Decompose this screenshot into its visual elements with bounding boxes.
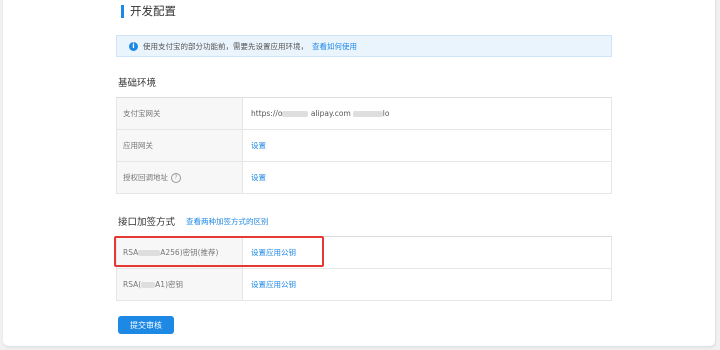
- table-row: RSA( A1)密钥 设置应用公钥: [116, 268, 612, 301]
- redacted-mask: [141, 282, 156, 288]
- app-gateway-value: 设置: [242, 129, 612, 162]
- page-title-text: 开发配置: [130, 4, 176, 18]
- title-accent-bar: [121, 4, 124, 18]
- info-icon: i: [129, 41, 138, 51]
- gateway-url-prefix: https://o: [251, 109, 283, 118]
- table-row: 应用网关 设置: [116, 129, 612, 162]
- sign-method-title: 接口加签方式: [118, 217, 176, 228]
- submit-review-button[interactable]: 提交审核: [118, 316, 174, 334]
- gateway-url-suffix: lo: [382, 109, 390, 118]
- basic-env-title: 基础环境: [118, 78, 157, 89]
- auth-callback-value: 设置: [242, 161, 612, 194]
- redacted-mask: [282, 111, 309, 117]
- auth-callback-label: 授权回调地址: [123, 173, 168, 182]
- rsa-key-suffix: A1)密钥: [155, 280, 184, 289]
- table-row: 支付宝网关 https://o alipay.com lo: [116, 97, 612, 130]
- table-row: 授权回调地址? 设置: [116, 161, 612, 194]
- rsa-key-prefix: RSA(: [123, 280, 142, 289]
- auth-callback-key: 授权回调地址?: [116, 161, 243, 194]
- rsa-set-public-key-link[interactable]: 设置应用公钥: [251, 280, 296, 289]
- how-to-use-link[interactable]: 查看如何使用: [312, 41, 357, 52]
- rsa2-value: 设置应用公钥: [242, 236, 612, 269]
- rsa-key: RSA( A1)密钥: [116, 268, 243, 301]
- gateway-key: 支付宝网关: [116, 97, 243, 130]
- redacted-mask: [138, 250, 161, 256]
- rsa2-key-suffix: A256)密钥(推荐): [160, 248, 219, 257]
- info-notice: i 使用支付宝的部分功能前，需要先设置应用环境， 查看如何使用: [116, 35, 612, 57]
- rsa2-key: RSA A256)密钥(推荐): [116, 236, 243, 269]
- page-title: 开发配置: [121, 3, 176, 19]
- app-gateway-set-link[interactable]: 设置: [251, 141, 266, 150]
- table-row: RSA A256)密钥(推荐) 设置应用公钥: [116, 236, 612, 269]
- gateway-value: https://o alipay.com lo: [242, 97, 612, 130]
- sign-method-compare-link[interactable]: 查看两种加签方式的区别: [186, 216, 269, 227]
- notice-text: 使用支付宝的部分功能前，需要先设置应用环境，: [143, 41, 308, 51]
- basic-env-table: 支付宝网关 https://o alipay.com lo 应用网关 设置 授权回…: [116, 97, 612, 194]
- help-icon[interactable]: ?: [171, 173, 181, 183]
- sign-method-table: RSA A256)密钥(推荐) 设置应用公钥 RSA( A1)密钥 设置应用公钥: [116, 236, 612, 301]
- gateway-url-domain: alipay.com: [308, 109, 351, 118]
- app-gateway-key: 应用网关: [116, 129, 243, 162]
- rsa2-set-public-key-link[interactable]: 设置应用公钥: [251, 248, 296, 257]
- rsa-value: 设置应用公钥: [242, 268, 612, 301]
- redacted-mask: [352, 111, 383, 117]
- auth-callback-set-link[interactable]: 设置: [251, 173, 266, 182]
- rsa2-key-prefix: RSA: [123, 248, 139, 257]
